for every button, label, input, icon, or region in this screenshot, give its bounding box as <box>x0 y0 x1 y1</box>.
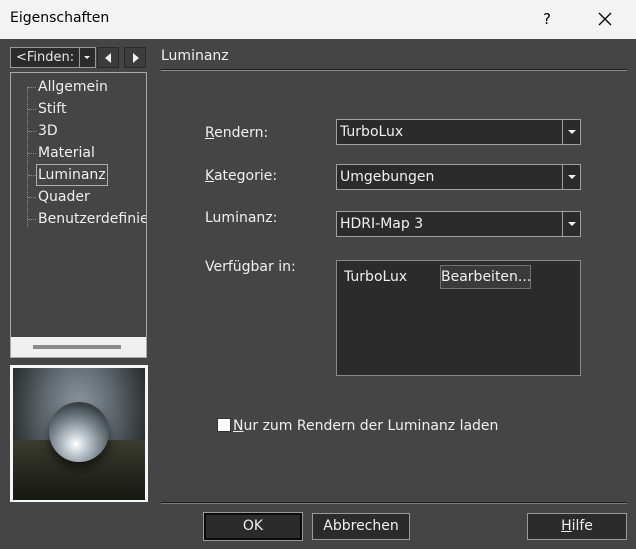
scrollbar-thumb[interactable] <box>33 345 121 349</box>
tree-item-label: Material <box>38 145 95 161</box>
tree-item-label: Quader <box>38 189 90 205</box>
chevron-down-icon <box>568 222 576 226</box>
help-button[interactable]: ? <box>530 5 564 33</box>
render-label: Rendern: <box>205 125 269 141</box>
category-label: Kategorie: <box>205 168 278 184</box>
arrow-left-icon <box>105 53 111 63</box>
help-dialog-button[interactable]: Hilfe <box>527 513 627 540</box>
close-button[interactable] <box>585 5 625 33</box>
arrow-right-icon <box>133 53 139 63</box>
window-title: Eigenschaften <box>10 10 110 26</box>
category-select[interactable]: Umgebungen <box>336 164 581 190</box>
render-dropdown-button[interactable] <box>562 120 580 144</box>
category-tree: Allgemein Stift 3D Material Luminanz Qua… <box>10 72 147 358</box>
preview-image <box>13 368 145 500</box>
tree-item-label: Benutzerdefiniert <box>38 211 146 227</box>
preview-sphere <box>49 402 109 462</box>
back-button[interactable] <box>97 47 119 68</box>
tree-line <box>27 87 28 227</box>
tree-item-label: 3D <box>38 123 58 139</box>
luminance-label: Luminanz: <box>205 210 278 226</box>
load-luminance-checkbox[interactable] <box>217 418 231 432</box>
render-value: TurboLux <box>340 124 404 140</box>
find-combo[interactable]: <Finden: <box>10 47 96 68</box>
find-dropdown-button[interactable] <box>79 48 95 67</box>
cancel-button[interactable]: Abbrechen <box>312 513 410 540</box>
luminance-preview <box>10 365 148 502</box>
luminance-value: HDRI-Map 3 <box>340 216 424 232</box>
luminance-dropdown-button[interactable] <box>562 212 580 236</box>
luminance-select[interactable]: HDRI-Map 3 <box>336 211 581 237</box>
find-text: <Finden: <box>16 50 75 65</box>
forward-button[interactable] <box>124 47 146 68</box>
chevron-down-icon <box>568 175 576 179</box>
bottom-divider <box>161 502 627 504</box>
chevron-down-icon <box>84 56 90 59</box>
tree-item-label: Allgemein <box>38 79 108 95</box>
render-select[interactable]: TurboLux <box>336 119 581 145</box>
tree-item-label: Stift <box>38 101 67 117</box>
available-list: TurboLux Bearbeiten... <box>336 260 581 376</box>
section-title: Luminanz <box>161 48 229 64</box>
available-label: Verfügbar in: <box>205 259 296 275</box>
available-item-name: TurboLux <box>344 269 408 285</box>
close-icon <box>598 12 612 26</box>
category-value: Umgebungen <box>340 169 435 185</box>
title-bar: Eigenschaften ? <box>0 0 636 39</box>
ok-button[interactable]: OK <box>203 512 303 541</box>
edit-button[interactable]: Bearbeiten... <box>440 265 531 289</box>
checkbox-label[interactable]: Nur zum Rendern der Luminanz laden <box>233 418 498 434</box>
section-divider <box>161 69 627 71</box>
chevron-down-icon <box>568 130 576 134</box>
horizontal-scrollbar[interactable] <box>11 337 146 357</box>
tree-item-label: Luminanz <box>36 164 108 186</box>
properties-dialog: Eigenschaften ? <Finden: Allgemein Stift… <box>0 0 636 549</box>
category-dropdown-button[interactable] <box>562 165 580 189</box>
